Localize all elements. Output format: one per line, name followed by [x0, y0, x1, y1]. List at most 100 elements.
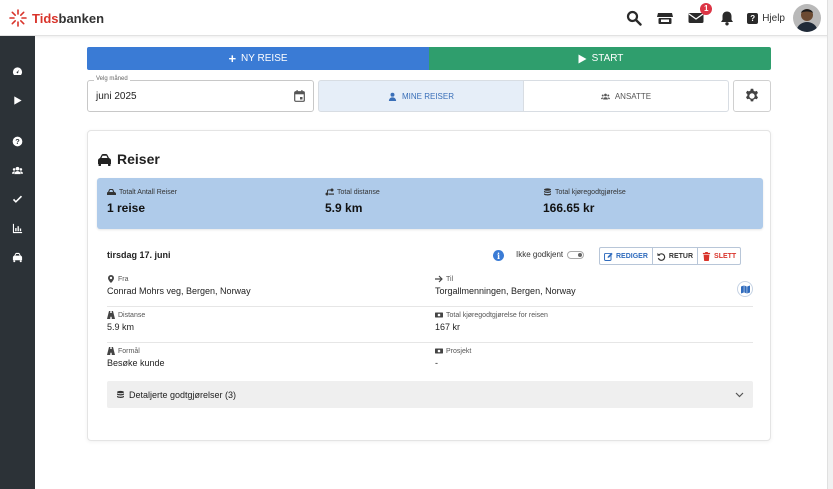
tab-my-trips-label: MINE REISER: [401, 91, 454, 101]
sidebar-item-approvals[interactable]: [0, 189, 35, 209]
sidebar-item-help[interactable]: ?: [0, 131, 35, 151]
map-icon: [740, 285, 750, 293]
trips-card: Reiser Totalt Antall Reiser 1 reise Tota…: [87, 130, 771, 441]
route-icon: [325, 188, 334, 196]
notifications-button[interactable]: [715, 6, 739, 30]
arrow-right-icon: [435, 275, 443, 283]
trip-allowance: Total kjøregodtgjørelse for reisen 167 k…: [435, 311, 548, 332]
store-button[interactable]: [653, 6, 677, 30]
user-photo-icon: [793, 4, 821, 32]
app-logo[interactable]: Tids banken: [8, 8, 104, 28]
trip-from: Fra Conrad Mohrs veg, Bergen, Norway: [107, 275, 251, 296]
map-button[interactable]: [737, 281, 753, 297]
chevron-down-icon: [735, 392, 744, 398]
trip-date: tirsdag 17. juni: [107, 250, 171, 260]
logo-text-dark: banken: [58, 10, 105, 26]
start-label: START: [591, 53, 624, 64]
settings-button[interactable]: [733, 80, 771, 112]
sidebar-item-reports[interactable]: [0, 218, 35, 238]
card-title-text: Reiser: [117, 151, 160, 167]
trip-route-row: Fra Conrad Mohrs veg, Bergen, Norway Til…: [107, 271, 753, 307]
info-icon[interactable]: i: [493, 250, 504, 261]
users-icon: [12, 166, 23, 174]
summary-panel: Totalt Antall Reiser 1 reise Total dista…: [97, 178, 763, 229]
return-button[interactable]: RETUR: [653, 248, 699, 264]
bell-icon: [721, 11, 734, 26]
tab-employees[interactable]: ANSATTE: [523, 80, 729, 112]
details-label: Detaljerte godtgjørelser (3): [129, 389, 237, 400]
summary-distance-value: 5.9 km: [325, 201, 363, 215]
summary-total-trips-value: 1 reise: [107, 201, 146, 215]
distance-label: Distanse: [118, 311, 146, 319]
user-icon: [388, 92, 397, 101]
trip-actions: REDIGER RETUR SLETT: [599, 247, 742, 265]
top-icons: 1 ? Hjelp: [615, 0, 821, 36]
project-label: Prosjekt: [446, 347, 472, 355]
trip-allowance-value: 167 kr: [435, 322, 461, 332]
summary-allowance-value: 166.65 kr: [543, 201, 595, 215]
trip-purpose-row: Formål Besøke kunde Prosjekt -: [107, 343, 753, 379]
sidebar-item-trips[interactable]: [0, 247, 35, 267]
scrollbar[interactable]: [827, 0, 833, 489]
check-icon: [12, 195, 23, 203]
approval-label: Ikke godkjent: [516, 250, 564, 259]
users-icon: [600, 93, 610, 99]
road-icon: [107, 311, 115, 319]
summary-allowance: Total kjøregodtgjørelse 166.65 kr: [543, 188, 626, 215]
purpose-label: Formål: [118, 347, 140, 355]
coins-icon: [544, 188, 551, 196]
sidebar-item-start[interactable]: [0, 90, 35, 110]
trip-allowance-label: Total kjøregodtgjørelse for reisen: [446, 311, 548, 319]
calendar-icon: [294, 90, 305, 102]
search-button[interactable]: [622, 6, 646, 30]
project-value: -: [435, 358, 438, 368]
help-link[interactable]: ? Hjelp: [747, 12, 785, 24]
logo-text-red: Tids: [32, 10, 59, 26]
edit-button[interactable]: REDIGER: [600, 248, 653, 264]
approval-toggle[interactable]: [567, 250, 585, 259]
question-circle-icon: ?: [12, 136, 23, 146]
gauge-icon: [12, 66, 23, 75]
card-title: Reiser: [97, 151, 160, 167]
play-icon: [578, 54, 587, 63]
tab-employees-label: ANSATTE: [614, 91, 652, 101]
help-label: Hjelp: [762, 12, 785, 24]
messages-button[interactable]: 1: [684, 3, 713, 30]
car-icon: [12, 252, 23, 262]
purpose-value: Besøke kunde: [107, 358, 165, 368]
trip-project: Prosjekt -: [435, 347, 471, 368]
approval-status: Ikke godkjent: [516, 250, 585, 259]
new-trip-label: NY REISE: [241, 53, 288, 64]
gear-icon: [746, 88, 758, 102]
notification-badge: 1: [700, 3, 713, 15]
sunburst-logo-icon: [9, 9, 27, 27]
delete-label: SLETT: [714, 252, 737, 260]
trip-distance-row: Distanse 5.9 km Total kjøregodtgjørelse …: [107, 307, 753, 343]
money-bill-icon: [435, 312, 443, 318]
top-bar: Tids banken 1 ? Hjelp: [0, 0, 833, 36]
trip-to: Til Torgallmenningen, Bergen, Norway: [435, 275, 576, 296]
summary-total-trips-label: Totalt Antall Reiser: [119, 188, 177, 196]
return-label: RETUR: [668, 252, 694, 260]
avatar[interactable]: [793, 4, 821, 32]
sidebar-item-users[interactable]: [0, 160, 35, 180]
car-side-icon: [107, 189, 116, 195]
edit-icon: [604, 252, 613, 261]
sidebar: ?: [0, 36, 35, 489]
trip-purpose: Formål Besøke kunde: [107, 347, 165, 368]
trash-icon: [702, 251, 711, 261]
delete-button[interactable]: SLETT: [698, 248, 740, 264]
month-picker[interactable]: Velg måned juni 2025: [87, 76, 314, 112]
detailed-allowances-accordion[interactable]: Detaljerte godtgjørelser (3): [107, 381, 753, 408]
month-picker-label: Velg måned: [94, 76, 130, 82]
undo-icon: [657, 252, 666, 261]
sidebar-item-dashboard[interactable]: [0, 61, 35, 81]
start-button[interactable]: START: [429, 47, 771, 70]
plus-icon: +: [228, 51, 237, 66]
question-square-icon: ?: [747, 12, 759, 24]
edit-label: REDIGER: [616, 252, 648, 260]
from-value: Conrad Mohrs veg, Bergen, Norway: [107, 286, 251, 296]
play-icon: [14, 95, 22, 105]
tab-my-trips[interactable]: MINE REISER: [318, 80, 524, 112]
new-trip-button[interactable]: + NY REISE: [87, 47, 429, 70]
